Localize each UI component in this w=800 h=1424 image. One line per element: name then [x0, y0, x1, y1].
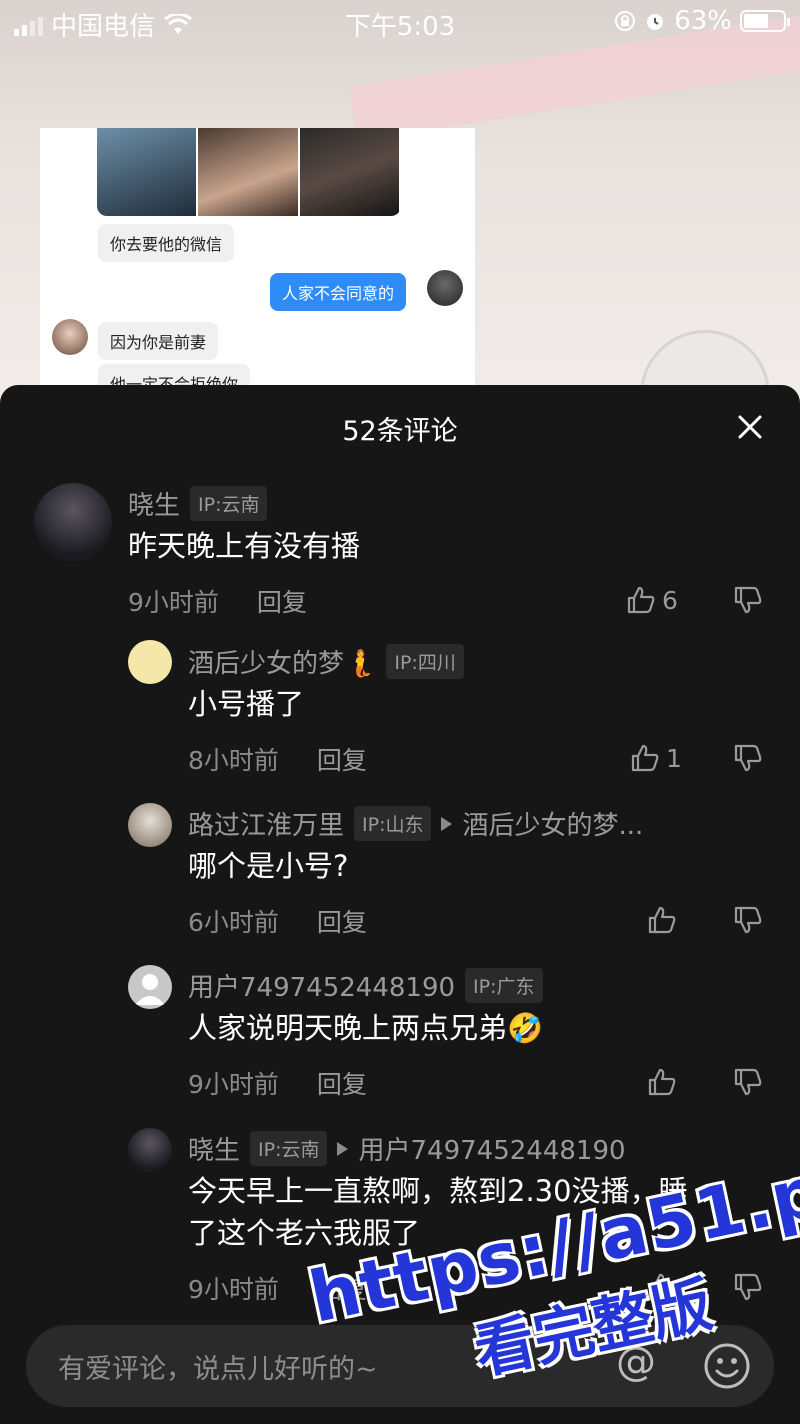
default-avatar-icon	[135, 974, 165, 1005]
comment-meta: 9小时前 回复	[128, 583, 307, 619]
like-button[interactable]: 6	[626, 585, 678, 615]
ip-badge: IP:云南	[190, 486, 268, 521]
close-icon[interactable]	[734, 411, 766, 443]
comment-text: 哪个是小号?	[188, 849, 349, 883]
comment-header: 路过江淮万里 IP:山东 酒后少女的梦...	[188, 805, 643, 842]
comment-header: 晓生 IP:云南	[128, 485, 268, 522]
reply-target: 酒后少女的梦...	[441, 805, 643, 842]
reply-button[interactable]: 回复	[257, 583, 307, 619]
thumbs-up-icon[interactable]	[647, 1067, 677, 1097]
comment-meta: 8小时前 回复	[188, 741, 367, 777]
emoji-icon[interactable]	[702, 1341, 752, 1391]
comment-text: 小号播了	[188, 687, 305, 721]
chat-screenshot: 你去要他的微信 人家不会同意的 因为你是前妻 他一定不会拒绝你	[40, 128, 475, 388]
thumbs-down-icon[interactable]	[733, 585, 763, 615]
chat-bubble: 你去要他的微信	[98, 224, 235, 262]
comment-header: 用户7497452448190 IP:广东	[188, 967, 543, 1004]
reply-button[interactable]: 回复	[317, 1065, 367, 1101]
avatar[interactable]	[34, 483, 112, 561]
timestamp: 6小时前	[188, 908, 279, 937]
timestamp: 9小时前	[188, 1275, 279, 1304]
photo-3	[299, 128, 401, 216]
chat-bubble: 人家不会同意的	[270, 273, 407, 311]
photo-strip	[97, 128, 401, 216]
thumbs-down-icon[interactable]	[733, 743, 763, 773]
timestamp: 9小时前	[188, 1070, 279, 1099]
avatar[interactable]	[128, 1128, 172, 1172]
rotation-lock-icon	[615, 11, 636, 31]
status-right: 63%	[614, 6, 790, 36]
thumbs-up-icon	[627, 586, 655, 614]
reply-target-name[interactable]: 酒后少女的梦...	[462, 805, 643, 842]
alarm-icon	[647, 14, 664, 30]
avatar[interactable]	[128, 965, 172, 1009]
username[interactable]: 晓生	[128, 485, 180, 522]
like-count: 1	[666, 743, 682, 773]
thumbs-up-icon	[631, 744, 659, 772]
ip-badge: IP:四川	[386, 644, 464, 679]
reply-button[interactable]: 回复	[317, 903, 367, 939]
thumbs-down-icon[interactable]	[733, 1067, 763, 1097]
avatar[interactable]	[128, 803, 172, 847]
ip-badge: IP:云南	[250, 1131, 328, 1166]
avatar[interactable]	[128, 640, 172, 684]
like-count: 6	[662, 585, 678, 615]
chat-avatar	[427, 270, 463, 306]
status-bar: 中国电信 下午5:03 63%	[0, 0, 800, 44]
username[interactable]: 用户7497452448190	[188, 967, 455, 1004]
ip-badge: IP:山东	[354, 806, 432, 841]
username[interactable]: 晓生	[188, 1130, 240, 1167]
battery-percent: 63%	[674, 6, 732, 36]
timestamp: 9小时前	[128, 588, 219, 617]
thumbs-down-icon[interactable]	[733, 905, 763, 935]
comment-text: 人家说明天晚上两点兄弟🤣	[188, 1011, 544, 1045]
comment-count-title: 52条评论	[342, 416, 458, 447]
comment-meta: 9小时前 回复	[188, 1065, 367, 1101]
username[interactable]: 路过江淮万里	[188, 805, 344, 842]
comment-meta: 6小时前 回复	[188, 903, 367, 939]
chat-avatar	[52, 319, 88, 355]
like-button[interactable]: 1	[630, 743, 682, 773]
photo-1	[97, 128, 199, 216]
comment-text: 昨天晚上有没有播	[128, 529, 361, 563]
reply-button[interactable]: 回复	[317, 741, 367, 777]
ip-badge: IP:广东	[465, 968, 543, 1003]
reply-arrow-icon	[337, 1141, 349, 1156]
chat-bubble: 因为你是前妻	[98, 322, 219, 360]
battery-icon	[740, 10, 790, 32]
timestamp: 8小时前	[188, 746, 279, 775]
thumbs-up-icon[interactable]	[647, 905, 677, 935]
reply-arrow-icon	[441, 816, 453, 831]
comment-header: 酒后少女的梦🧜 IP:四川	[188, 643, 464, 680]
photo-2	[198, 128, 300, 216]
username[interactable]: 酒后少女的梦🧜	[188, 643, 376, 680]
